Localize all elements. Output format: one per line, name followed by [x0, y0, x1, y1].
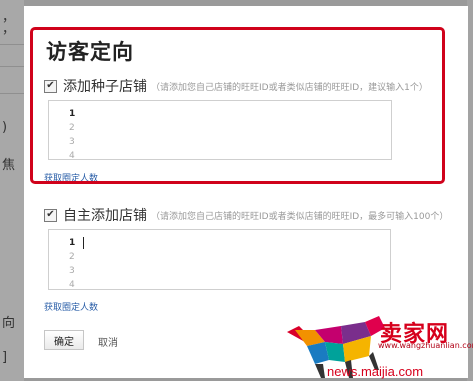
get-audience-count-link[interactable]: 获取圈定人数	[44, 300, 98, 313]
background-fragment: ]	[2, 350, 8, 365]
line-number: 4	[69, 280, 75, 290]
custom-shops-option: ✔ 自主添加店铺 （请添加您自己店铺的旺旺ID或者类似店铺的旺旺ID，最多可输入…	[44, 205, 448, 225]
background-divider	[0, 93, 24, 94]
confirm-button[interactable]: 确定	[44, 330, 84, 350]
line-number: 1	[69, 238, 76, 248]
background-fragment: ，	[2, 22, 16, 37]
custom-shops-label: 自主添加店铺	[63, 208, 147, 224]
background-divider	[0, 66, 24, 67]
line-number: 2	[69, 252, 75, 262]
watermark-url: www.wangzhuanlian.com	[378, 341, 473, 350]
checkmark-icon: ✔	[46, 209, 55, 220]
watermark-domain: news.maijia.com	[327, 364, 424, 379]
background-fragment: )	[2, 120, 8, 135]
background-divider	[0, 44, 24, 45]
cancel-link[interactable]: 取消	[98, 334, 118, 349]
custom-shops-hint: （请添加您自己店铺的旺旺ID或者类似店铺的旺旺ID，最多可输入100个）	[151, 211, 449, 222]
background-fragment: 焦	[2, 158, 16, 173]
red-highlight-box	[30, 27, 445, 184]
text-caret	[83, 237, 84, 249]
line-number: 3	[69, 266, 75, 276]
custom-shops-checkbox[interactable]: ✔	[44, 208, 57, 222]
background-page-edge: ， ， ) 焦 向 ]	[0, 0, 24, 381]
line-number-gutter: 1 2 3 4	[69, 236, 75, 292]
custom-shops-textarea[interactable]: 1 2 3 4	[48, 229, 391, 290]
background-fragment: 向	[2, 316, 16, 331]
